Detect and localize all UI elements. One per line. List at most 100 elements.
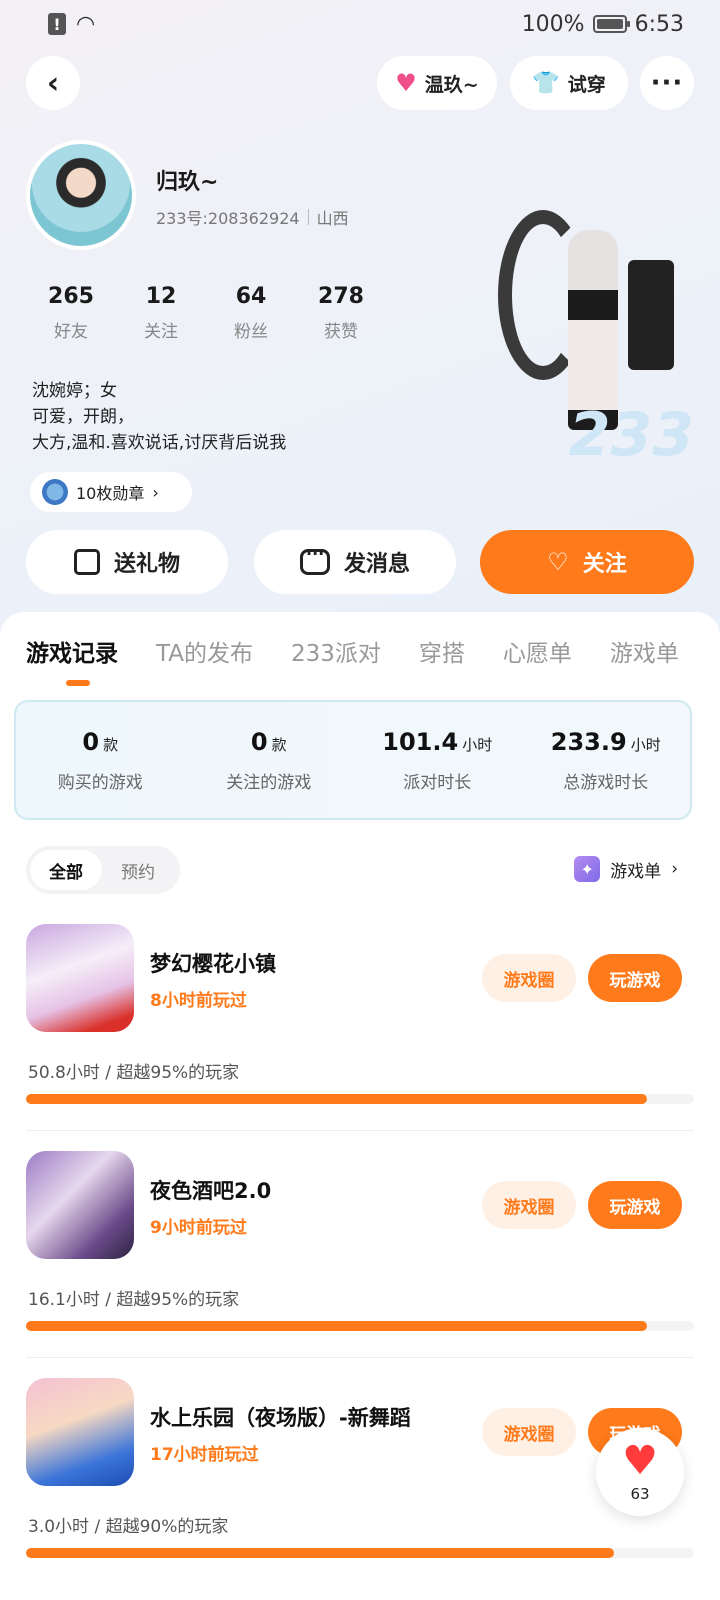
send-gift-button[interactable]: 送礼物	[26, 530, 228, 594]
back-arrow-icon: ‹	[46, 65, 60, 101]
filter-reserved[interactable]: 预约	[102, 850, 174, 890]
progress-fill	[26, 1548, 614, 1558]
stat-friends[interactable]: 265 好友	[26, 284, 116, 342]
heart-icon: ♥	[395, 69, 417, 97]
tab-game-records[interactable]: 游戏记录	[26, 634, 118, 674]
game-title: 水上乐园（夜场版）-新舞蹈	[150, 1406, 411, 1430]
playtime-progress	[26, 1094, 694, 1104]
progress-fill	[26, 1321, 648, 1331]
send-message-button[interactable]: 发消息	[254, 530, 456, 594]
divider	[307, 209, 309, 225]
stat-value: 278	[318, 284, 364, 309]
stat-label: 好友	[54, 322, 88, 342]
summary-purchased: 0款 购买的游戏	[16, 728, 185, 793]
user-id: 233号:208362924	[156, 209, 300, 228]
game-item[interactable]: 梦幻樱花小镇 8小时前玩过 游戏圈 玩游戏 50.8小时 / 超越95%的玩家	[0, 924, 720, 1150]
summary-label: 总游戏时长	[563, 772, 649, 793]
stat-likes[interactable]: 278 获赞	[296, 284, 386, 342]
summary-followed: 0款 关注的游戏	[185, 728, 354, 793]
chevron-right-icon: ›	[152, 482, 159, 502]
filter-all[interactable]: 全部	[30, 850, 102, 890]
progress-fill	[26, 1094, 648, 1104]
stat-following[interactable]: 12 关注	[116, 284, 206, 342]
try-on-button[interactable]: 👕 试穿	[510, 56, 628, 110]
game-icon[interactable]	[26, 1378, 134, 1486]
more-icon: ···	[650, 68, 684, 98]
playtime-progress	[26, 1548, 694, 1558]
game-circle-button[interactable]: 游戏圈	[482, 1408, 576, 1456]
stat-value: 12	[145, 284, 177, 309]
game-playtime-stat: 3.0小时 / 超越90%的玩家	[28, 1517, 229, 1537]
back-button[interactable]: ‹	[26, 56, 80, 110]
stat-fans[interactable]: 64 粉丝	[206, 284, 296, 342]
chat-bubble-icon	[299, 544, 330, 575]
battery-icon	[592, 15, 630, 33]
follow-label: 关注	[582, 552, 627, 577]
region: 山西	[316, 209, 349, 228]
game-circle-button[interactable]: 游戏圈	[482, 954, 576, 1002]
uid-row: 233号:208362924 山西	[156, 205, 349, 229]
game-list-link[interactable]: ✦ 游戏单 ›	[574, 856, 678, 882]
summary-total-time: 233.9 小时 总游戏时长	[522, 728, 691, 793]
play-game-button[interactable]: 玩游戏	[588, 1181, 682, 1229]
stat-label: 获赞	[324, 322, 358, 342]
send-message-label: 发消息	[343, 552, 410, 577]
wifi-icon: ◠	[76, 11, 96, 37]
tab-outfits[interactable]: 穿搭	[419, 634, 465, 674]
chevron-right-icon: ›	[671, 859, 678, 879]
stat-value: 64	[235, 284, 267, 309]
summary-value: 101.4	[382, 727, 459, 756]
character-accessory	[628, 260, 674, 370]
heart-icon: ♥	[622, 1438, 658, 1484]
game-last-played: 8小时前玩过	[150, 991, 247, 1011]
sparkle-icon: ✦	[574, 856, 601, 882]
game-icon[interactable]	[26, 924, 134, 1032]
battery-percent: 100%	[521, 11, 585, 37]
playtime-progress	[26, 1321, 694, 1331]
tab-wishlist[interactable]: 心愿单	[503, 634, 572, 674]
game-icon[interactable]	[26, 1151, 134, 1259]
game-filter-toggle: 全部 预约	[26, 846, 180, 894]
summary-unit: 小时	[462, 735, 493, 754]
game-title: 夜色酒吧2.0	[150, 1179, 272, 1203]
game-title: 梦幻樱花小镇	[150, 952, 276, 976]
game-playtime-stat: 16.1小时 / 超越95%的玩家	[28, 1290, 240, 1310]
tab-indicator	[66, 680, 90, 686]
more-button[interactable]: ···	[640, 56, 694, 110]
stat-label: 粉丝	[234, 322, 268, 342]
mood-button[interactable]: ♥ 温玖~	[377, 56, 497, 110]
heart-plus-icon: ♡	[547, 548, 569, 576]
game-item[interactable]: 夜色酒吧2.0 9小时前玩过 游戏圈 玩游戏 16.1小时 / 超越95%的玩家	[0, 1151, 720, 1377]
summary-value: 0	[250, 727, 268, 756]
badges-chip[interactable]: 10枚勋章 ›	[30, 472, 192, 512]
floating-like-button[interactable]: ♥ 63	[596, 1428, 684, 1516]
summary-label: 派对时长	[403, 772, 472, 793]
tab-party[interactable]: 233派对	[291, 634, 381, 674]
tab-game-lists[interactable]: 游戏单	[610, 634, 679, 674]
badge-icon	[42, 479, 68, 505]
profile-tabs: 游戏记录 TA的发布 233派对 穿搭 心愿单 游戏单	[26, 634, 720, 674]
summary-label: 购买的游戏	[57, 772, 143, 793]
game-circle-button[interactable]: 游戏圈	[482, 1181, 576, 1229]
bio-line: 沈婉婷；女	[32, 381, 117, 401]
shirt-icon: 👕	[532, 70, 560, 96]
follow-button[interactable]: ♡ 关注	[480, 530, 694, 594]
alert-icon: !	[48, 13, 66, 35]
summary-value: 0	[82, 727, 100, 756]
stat-label: 关注	[144, 322, 178, 342]
status-bar: ! ◠ 100% 6:53	[0, 0, 720, 48]
clock: 6:53	[634, 11, 684, 37]
profile-stats: 265 好友 12 关注 64 粉丝 278 获赞	[26, 284, 386, 342]
divider	[26, 1130, 694, 1131]
tab-posts[interactable]: TA的发布	[156, 634, 253, 674]
summary-party-time: 101.4 小时 派对时长	[353, 728, 522, 793]
header-row: ‹ ♥ 温玖~ 👕 试穿 ···	[0, 56, 720, 110]
avatar[interactable]	[26, 140, 136, 250]
profile-name: 归玖~	[156, 170, 219, 195]
badges-label: 10枚勋章	[76, 484, 145, 503]
play-game-button[interactable]: 玩游戏	[588, 954, 682, 1002]
game-list-label: 游戏单	[610, 861, 662, 882]
character-avatar-3d[interactable]: 233	[498, 200, 694, 480]
bio-line: 大方,温和.喜欢说话,讨厌背后说我	[32, 433, 287, 453]
mood-label: 温玖~	[424, 73, 479, 96]
